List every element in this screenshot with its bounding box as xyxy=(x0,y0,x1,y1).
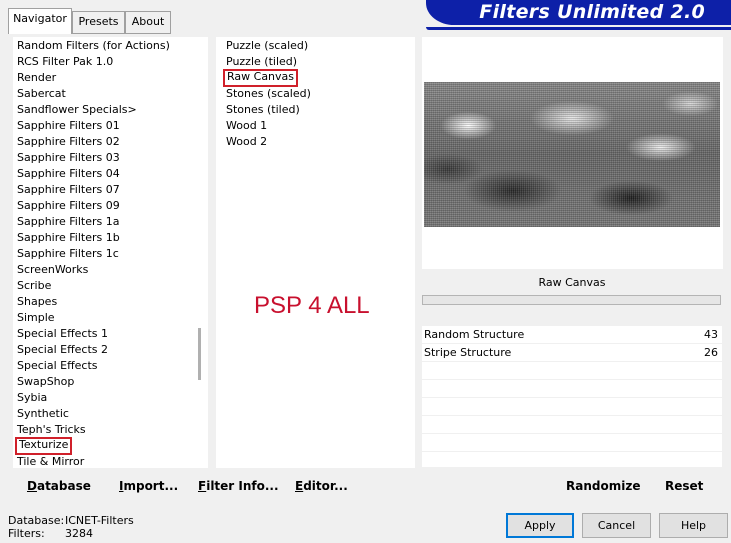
progress-bar xyxy=(422,295,721,305)
category-scrollbar-thumb[interactable] xyxy=(198,328,201,380)
category-item[interactable]: Sapphire Filters 1b xyxy=(17,230,120,246)
database-button[interactable]: Database xyxy=(27,477,91,495)
preview-filter-name: Raw Canvas xyxy=(422,272,722,294)
category-item[interactable]: Special Effects xyxy=(17,358,98,374)
filter-item[interactable]: Stones (scaled) xyxy=(226,86,311,102)
category-item[interactable]: Sybia xyxy=(17,390,47,406)
param-slot-empty xyxy=(422,416,722,434)
randomize-button[interactable]: Randomize xyxy=(566,477,640,495)
category-item[interactable]: Teph's Tricks xyxy=(17,422,86,438)
category-item[interactable]: Sabercat xyxy=(17,86,66,102)
filter-item[interactable]: Stones (tiled) xyxy=(226,102,300,118)
param-slot-empty xyxy=(422,452,722,468)
param-label: Stripe Structure xyxy=(424,346,512,359)
category-item[interactable]: Sapphire Filters 04 xyxy=(17,166,120,182)
param-slider-random-structure[interactable]: Random Structure 43 xyxy=(422,326,722,344)
tab-navigator[interactable]: Navigator xyxy=(8,8,72,34)
status-filters-value: 3284 xyxy=(65,527,93,540)
category-item[interactable]: Sapphire Filters 09 xyxy=(17,198,120,214)
banner-title: Filters Unlimited 2.0 xyxy=(479,1,705,23)
banner-underline xyxy=(426,27,731,30)
editor-mnemonic: E xyxy=(295,479,304,493)
category-item[interactable]: Simple xyxy=(17,310,55,326)
help-button[interactable]: Help xyxy=(659,513,728,538)
filter-list[interactable]: Puzzle (scaled) Puzzle (tiled) Raw Canva… xyxy=(216,37,415,468)
database-mnemonic: D xyxy=(27,479,37,493)
category-item[interactable]: Sapphire Filters 01 xyxy=(17,118,120,134)
reset-button[interactable]: Reset xyxy=(665,477,703,495)
filter-item[interactable]: Puzzle (scaled) xyxy=(226,38,308,54)
category-item[interactable]: Random Filters (for Actions) xyxy=(17,38,170,54)
filter-item[interactable]: Puzzle (tiled) xyxy=(226,54,297,70)
category-item[interactable]: Special Effects 2 xyxy=(17,342,108,358)
category-item[interactable]: SwapShop xyxy=(17,374,74,390)
category-item[interactable]: Synthetic xyxy=(17,406,69,422)
param-slot-empty xyxy=(422,398,722,416)
category-list[interactable]: Random Filters (for Actions) RCS Filter … xyxy=(13,37,208,468)
category-item[interactable]: Scribe xyxy=(17,278,51,294)
category-item[interactable]: Render xyxy=(17,70,56,86)
filter-info-mnemonic: F xyxy=(198,479,207,493)
category-item[interactable]: ScreenWorks xyxy=(17,262,88,278)
param-value: 43 xyxy=(704,328,718,341)
status-database-value: ICNET-Filters xyxy=(65,514,134,527)
editor-label: ditor... xyxy=(303,479,348,493)
filter-info-button[interactable]: Filter Info... xyxy=(198,477,279,495)
tab-presets[interactable]: Presets xyxy=(72,11,125,33)
import-button[interactable]: Import... xyxy=(119,477,178,495)
watermark-text: PSP 4 ALL xyxy=(254,292,370,319)
tab-about[interactable]: About xyxy=(125,11,171,33)
param-slot-empty xyxy=(422,434,722,452)
cancel-button[interactable]: Cancel xyxy=(582,513,651,538)
category-item[interactable]: Sapphire Filters 07 xyxy=(17,182,120,198)
param-slot-empty xyxy=(422,362,722,380)
database-label: atabase xyxy=(36,479,91,493)
category-item-selected[interactable]: Texturize xyxy=(15,437,73,455)
param-slider-stripe-structure[interactable]: Stripe Structure 26 xyxy=(422,344,722,362)
category-item[interactable]: Sandflower Specials> xyxy=(17,102,137,118)
param-label: Random Structure xyxy=(424,328,525,341)
banner: Filters Unlimited 2.0 xyxy=(426,0,731,25)
status-database-label: Database: xyxy=(8,514,65,527)
filter-item[interactable]: Wood 2 xyxy=(226,134,267,150)
category-item[interactable]: Tile & Mirror xyxy=(17,454,84,470)
filter-info-label: ilter Info... xyxy=(206,479,279,493)
filter-item-selected[interactable]: Raw Canvas xyxy=(223,69,299,87)
param-slot-empty xyxy=(422,380,722,398)
category-item[interactable]: Sapphire Filters 1c xyxy=(17,246,119,262)
category-item[interactable]: Sapphire Filters 03 xyxy=(17,150,120,166)
category-item[interactable]: RCS Filter Pak 1.0 xyxy=(17,54,113,70)
param-value: 26 xyxy=(704,346,718,359)
preview-image xyxy=(424,82,720,227)
apply-button[interactable]: Apply xyxy=(506,513,574,538)
editor-button[interactable]: Editor... xyxy=(295,477,348,495)
status-filters-label: Filters: xyxy=(8,527,45,540)
filter-item[interactable]: Wood 1 xyxy=(226,118,267,134)
category-item[interactable]: Shapes xyxy=(17,294,57,310)
import-label: mport... xyxy=(123,479,179,493)
category-item[interactable]: Special Effects 1 xyxy=(17,326,108,342)
category-item[interactable]: Sapphire Filters 1a xyxy=(17,214,119,230)
category-item[interactable]: Sapphire Filters 02 xyxy=(17,134,120,150)
